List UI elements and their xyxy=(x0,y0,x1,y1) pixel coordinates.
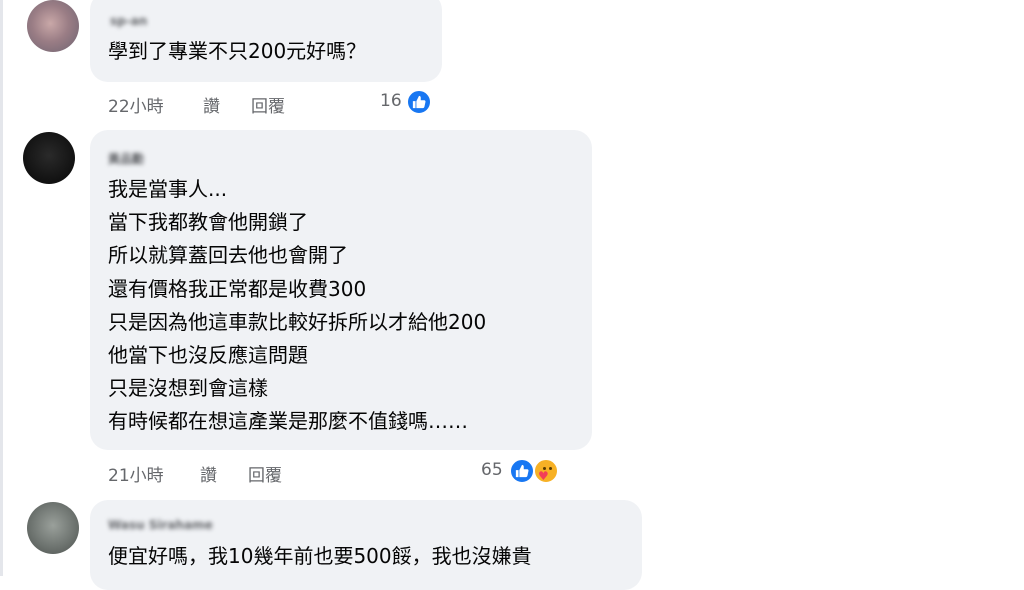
comment-timestamp[interactable]: 22小時 xyxy=(108,92,164,117)
like-icon xyxy=(509,458,535,484)
comment-author[interactable]: 黃品勳 xyxy=(108,150,144,167)
comment-timestamp[interactable]: 21小時 xyxy=(108,461,164,486)
thread-left-rule xyxy=(0,0,3,576)
comment-text-line: 他當下也沒反應這問題 xyxy=(108,343,308,367)
comment-author[interactable]: Wasu Sirahame xyxy=(108,518,213,532)
like-icon xyxy=(406,89,432,115)
comment-bubble: Wasu Sirahame 便宜好嗎，我10幾年前也要500餒，我也沒嫌貴 xyxy=(90,500,642,590)
like-button[interactable]: 讚 xyxy=(203,92,220,117)
comment-text: 便宜好嗎，我10幾年前也要500餒，我也沒嫌貴 xyxy=(108,544,532,568)
comment-actions: 21小時 讚 回覆 xyxy=(108,461,408,486)
like-button[interactable]: 讚 xyxy=(200,461,217,486)
comment-text-line: 有時候都在想這產業是那麼不值錢嗎…… xyxy=(108,409,468,433)
reply-button[interactable]: 回覆 xyxy=(248,461,282,486)
comment-text-line: 當下我都教會他開鎖了 xyxy=(108,210,308,234)
comment-text-line: 還有價格我正常都是收費300 xyxy=(108,277,367,301)
avatar[interactable] xyxy=(27,0,79,52)
comment-text-line: 只是因為他這車款比較好拆所以才給他200 xyxy=(108,310,487,334)
reaction-summary[interactable]: 65 ♥ xyxy=(481,458,571,484)
reaction-count: 16 xyxy=(380,91,402,111)
comment-text-line: 我是當事人... xyxy=(108,177,228,201)
comment-text-line: 只是沒想到會這樣 xyxy=(108,376,268,400)
comment-text-line: 所以就算蓋回去他也會開了 xyxy=(108,243,348,267)
avatar[interactable] xyxy=(23,132,75,184)
avatar[interactable] xyxy=(27,502,79,554)
comment-author[interactable]: sp-an xyxy=(110,14,147,28)
reply-button[interactable]: 回覆 xyxy=(251,92,285,117)
reaction-count: 65 xyxy=(481,460,503,480)
comment-bubble: 黃品勳 我是當事人... 當下我都教會他開鎖了 所以就算蓋回去他也會開了 還有價… xyxy=(90,130,592,450)
comment-bubble: sp-an 學到了專業不只200元好嗎？ xyxy=(90,0,442,82)
comment-actions: 22小時 讚 回覆 xyxy=(108,92,408,117)
care-icon: ♥ xyxy=(533,458,559,484)
comment-text: 學到了專業不只200元好嗎？ xyxy=(108,39,367,63)
reaction-summary[interactable]: 16 xyxy=(380,89,440,115)
